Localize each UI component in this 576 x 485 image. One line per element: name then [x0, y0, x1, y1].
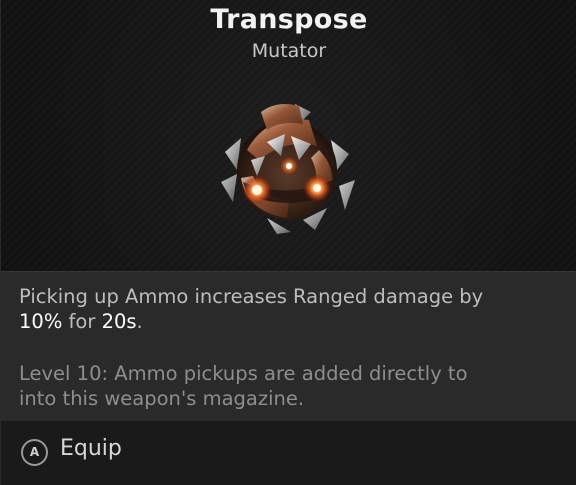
description-period: . — [136, 310, 143, 333]
description-panel: Picking up Ammo increases Ranged damage … — [1, 271, 576, 421]
description-line-1: Picking up Ammo increases Ranged damage … — [19, 285, 484, 308]
item-tooltip-card: Transpose Mutator Picking up Ammo increa… — [0, 0, 576, 485]
item-name: Transpose — [210, 4, 368, 35]
mutator-orb-icon — [207, 90, 367, 250]
item-type: Mutator — [251, 40, 327, 62]
description-joiner: for — [62, 310, 102, 333]
level-bonus-line-2: into this weapon's magazine. — [19, 387, 305, 410]
duration-value: 20s — [101, 310, 137, 333]
footer-bar: A Equip — [1, 421, 576, 485]
damage-bonus-value: 10% — [19, 310, 63, 333]
equip-button-label[interactable]: Equip — [60, 436, 122, 461]
level-bonus-line-1: Level 10: Ammo pickups are added directl… — [19, 362, 468, 385]
description-line-2: 10% for 20s. — [19, 310, 143, 333]
a-button-icon[interactable]: A — [21, 439, 48, 466]
